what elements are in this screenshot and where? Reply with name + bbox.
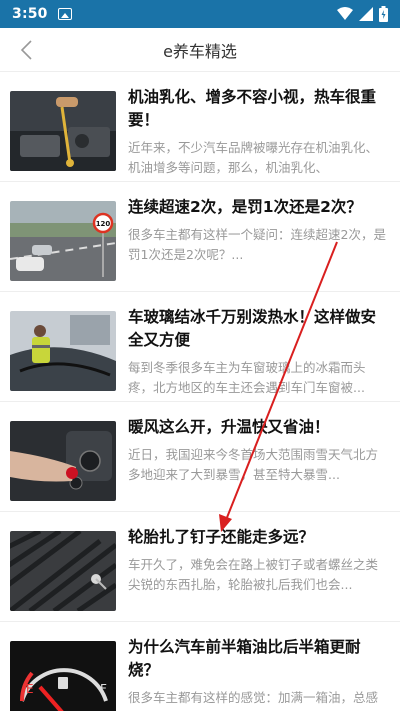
fuel-pump-icon — [58, 677, 68, 689]
status-icons — [337, 6, 388, 22]
app-header: e养车精选 — [0, 28, 400, 72]
list-item[interactable]: 轮胎扎了钉子还能走多远？ 车开久了，难免会在路上被钉子或者螺丝之类尖锐的东西扎胎… — [0, 512, 400, 622]
article-title: 连续超速2次，是罚1次还是2次？ — [128, 198, 362, 216]
wifi-icon — [337, 7, 353, 20]
gauge-full-label: F — [100, 682, 107, 696]
article-summary: 近年来，不少汽车品牌被曝光存在机油乳化、机油增多等问题，那么，机油乳化、 — [128, 140, 379, 175]
article-thumbnail-tire-nail — [10, 531, 116, 611]
article-summary: 很多车主都有这样一个疑问：连续超速2次，是罚1次还是2次呢？... — [128, 227, 386, 262]
article-thumbnail-engine-oil — [10, 91, 116, 171]
page-title: e养车精选 — [163, 41, 237, 61]
article-summary: 每到冬季很多车主为车窗玻璃上的冰霜而头疼，北方地区的车主还会遇到车门车窗被... — [128, 360, 366, 395]
status-bar: 3:50 — [0, 0, 400, 28]
article-thumbnail-frozen-glass — [10, 311, 116, 391]
article-title: 车玻璃结冰千万别泼热水！这样做安全又方便 — [128, 308, 377, 349]
list-item[interactable]: 120 连续超速2次，是罚1次还是2次？ 很多车主都有这样一个疑问：连续超速2次… — [0, 182, 400, 292]
signal-icon — [359, 7, 373, 21]
back-button[interactable] — [12, 36, 40, 64]
chevron-left-icon — [20, 40, 32, 60]
list-item[interactable]: E F 为什么汽车前半箱油比后半箱更耐烧？ 很多车主都有这样的感觉：加满一箱油，… — [0, 622, 400, 711]
article-title: 轮胎扎了钉子还能走多远？ — [128, 528, 315, 546]
image-notification-icon — [57, 8, 72, 20]
article-list: 机油乳化、增多不容小视，热车很重要！ 近年来，不少汽车品牌被曝光存在机油乳化、机… — [0, 72, 400, 711]
status-time: 3:50 — [12, 6, 48, 22]
list-item[interactable]: 机油乳化、增多不容小视，热车很重要！ 近年来，不少汽车品牌被曝光存在机油乳化、机… — [0, 72, 400, 182]
list-item[interactable]: 暖风这么开，升温快又省油！ 近日，我国迎来今冬首场大范围雨雪天气北方多地迎来了大… — [0, 402, 400, 512]
article-title: 为什么汽车前半箱油比后半箱更耐烧？ — [128, 638, 361, 679]
gauge-empty-label: E — [26, 682, 34, 696]
speed-limit-sign-text: 120 — [96, 220, 111, 228]
list-item[interactable]: 车玻璃结冰千万别泼热水！这样做安全又方便 每到冬季很多车主为车窗玻璃上的冰霜而头… — [0, 292, 400, 402]
article-summary: 很多车主都有这样的感觉：加满一箱油，总感觉前半箱油好像比后半箱油更耐烧一点 — [128, 690, 379, 711]
article-title: 暖风这么开，升温快又省油！ — [128, 418, 330, 436]
article-title: 机油乳化、增多不容小视，热车很重要！ — [128, 88, 377, 129]
article-thumbnail-fuel-gauge: E F — [10, 641, 116, 711]
article-summary: 车开久了，难免会在路上被钉子或者螺丝之类尖锐的东西扎胎，轮胎被扎后我们也会... — [128, 557, 379, 592]
article-thumbnail-heater-dial — [10, 421, 116, 501]
article-summary: 近日，我国迎来今冬首场大范围雨雪天气北方多地迎来了大到暴雪，甚至特大暴雪... — [128, 447, 379, 482]
battery-icon — [379, 6, 388, 22]
article-thumbnail-highway: 120 — [10, 201, 116, 281]
